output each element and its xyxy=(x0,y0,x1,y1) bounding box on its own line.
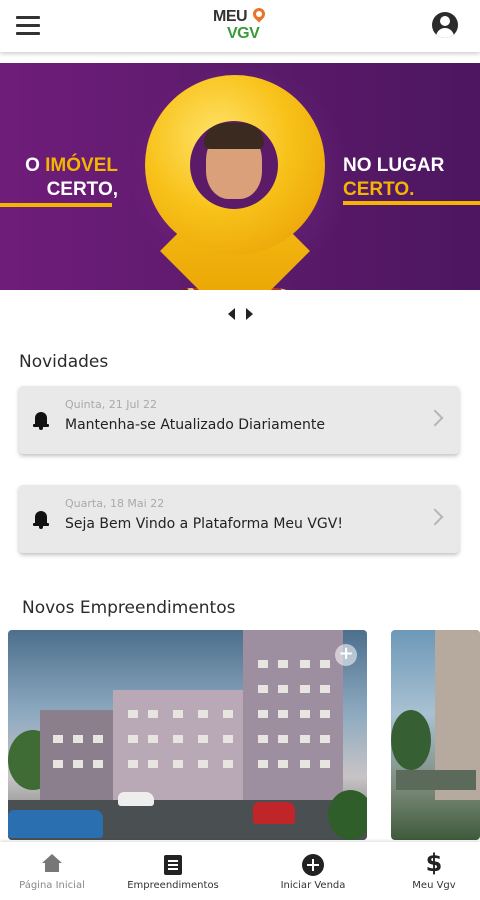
carousel-next-icon[interactable] xyxy=(246,308,253,320)
nav-label: Iniciar Venda xyxy=(280,880,346,891)
bell-icon xyxy=(33,511,49,529)
logo-text-meu: MEU xyxy=(213,8,248,25)
news-card[interactable]: Quinta, 21 Jul 22 Mantenha-se Atualizado… xyxy=(19,386,459,454)
project-card[interactable] xyxy=(391,630,480,840)
carousel-prev-icon[interactable] xyxy=(228,308,235,320)
project-card[interactable]: + xyxy=(8,630,367,840)
news-date: Quinta, 21 Jul 22 xyxy=(65,398,157,411)
banner-right-text: NO LUGAR CERTO. xyxy=(343,155,445,200)
bottom-navigation: Página Inicial Empreendimentos Iniciar V… xyxy=(0,842,480,900)
chevron-right-icon xyxy=(426,409,444,427)
nav-label: Empreendimentos xyxy=(127,880,219,891)
nav-item-home[interactable]: Página Inicial xyxy=(0,842,104,900)
location-pin-icon xyxy=(250,5,268,23)
banner-left-text: O IMÓVEL CERTO, xyxy=(25,155,118,200)
hamburger-menu-icon[interactable] xyxy=(16,16,40,36)
nav-label: Página Inicial xyxy=(19,880,85,891)
bell-icon xyxy=(33,412,49,430)
nav-label: Meu Vgv xyxy=(412,880,456,891)
app-header: MEU VGV xyxy=(0,0,480,52)
projects-section-title: Novos Empreendimentos xyxy=(22,598,236,618)
banner-right-underline xyxy=(343,201,480,205)
list-icon xyxy=(164,855,182,875)
banner-left-underline xyxy=(0,203,112,207)
add-favorite-button[interactable]: + xyxy=(335,644,357,666)
app-logo: MEU VGV xyxy=(213,5,273,46)
logo-text-vgv: VGV xyxy=(227,25,260,42)
news-section-title: Novidades xyxy=(19,352,109,372)
nav-item-iniciar-venda[interactable]: Iniciar Venda xyxy=(268,842,358,900)
news-text: Mantenha-se Atualizado Diariamente xyxy=(65,417,325,433)
carousel-controls xyxy=(228,306,254,322)
news-text: Seja Bem Vindo a Plataforma Meu VGV! xyxy=(65,516,343,532)
building-image xyxy=(40,710,115,800)
dollar-icon: $ xyxy=(425,849,443,877)
news-card[interactable]: Quarta, 18 Mai 22 Seja Bem Vindo a Plata… xyxy=(19,485,459,553)
news-date: Quarta, 18 Mai 22 xyxy=(65,497,165,510)
add-circle-icon xyxy=(302,854,324,876)
nav-item-empreendimentos[interactable]: Empreendimentos xyxy=(118,842,228,900)
nav-item-meu-vgv[interactable]: $ Meu Vgv xyxy=(396,842,472,900)
chevron-right-icon xyxy=(426,508,444,526)
home-icon xyxy=(42,854,62,872)
promo-banner[interactable]: O IMÓVEL CERTO, NO LUGAR CERTO. xyxy=(0,63,480,290)
banner-person-photo xyxy=(190,121,278,209)
account-circle-icon[interactable] xyxy=(432,12,458,38)
